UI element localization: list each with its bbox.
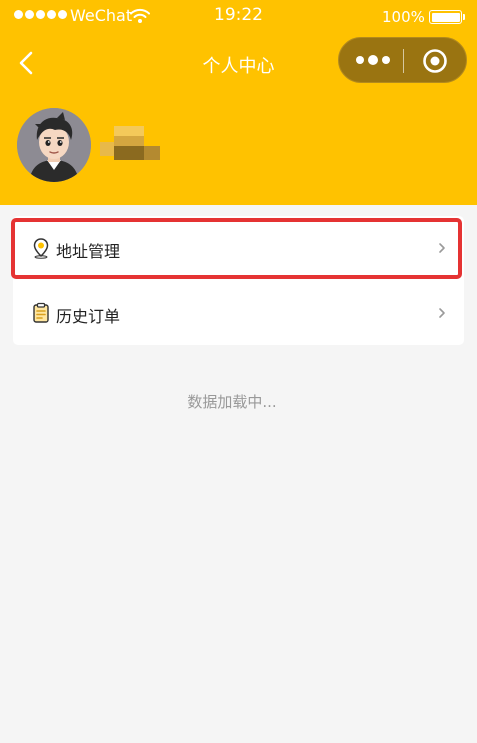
menu-card: 地址管理 历史订单 [13,216,464,345]
menu-item-label: 地址管理 [56,242,121,261]
battery-icon [429,10,462,24]
chevron-right-icon [439,243,445,253]
location-pin-icon [33,238,49,259]
mini-program-capsule [338,37,467,83]
clipboard-icon [33,302,49,323]
menu-item-order-history[interactable]: 历史订单 [13,281,464,345]
more-dots-icon[interactable] [353,47,393,73]
menu-item-label: 历史订单 [56,307,121,326]
chevron-right-icon [439,308,445,318]
profile-header: WeChat 19:22 100% 个人中心 [0,0,477,205]
menu-item-address[interactable]: 地址管理 [13,216,464,280]
avatar[interactable] [17,108,91,182]
cartoon-avatar-icon [17,108,91,182]
target-circle-icon[interactable] [422,48,448,74]
battery-percent: 100% [382,8,425,26]
username-pixelated [100,126,160,162]
battery-tip [463,14,465,20]
loading-text: 数据加载中... [187,393,277,411]
capsule-divider [403,49,404,73]
status-bar: WeChat 19:22 100% [0,0,477,34]
